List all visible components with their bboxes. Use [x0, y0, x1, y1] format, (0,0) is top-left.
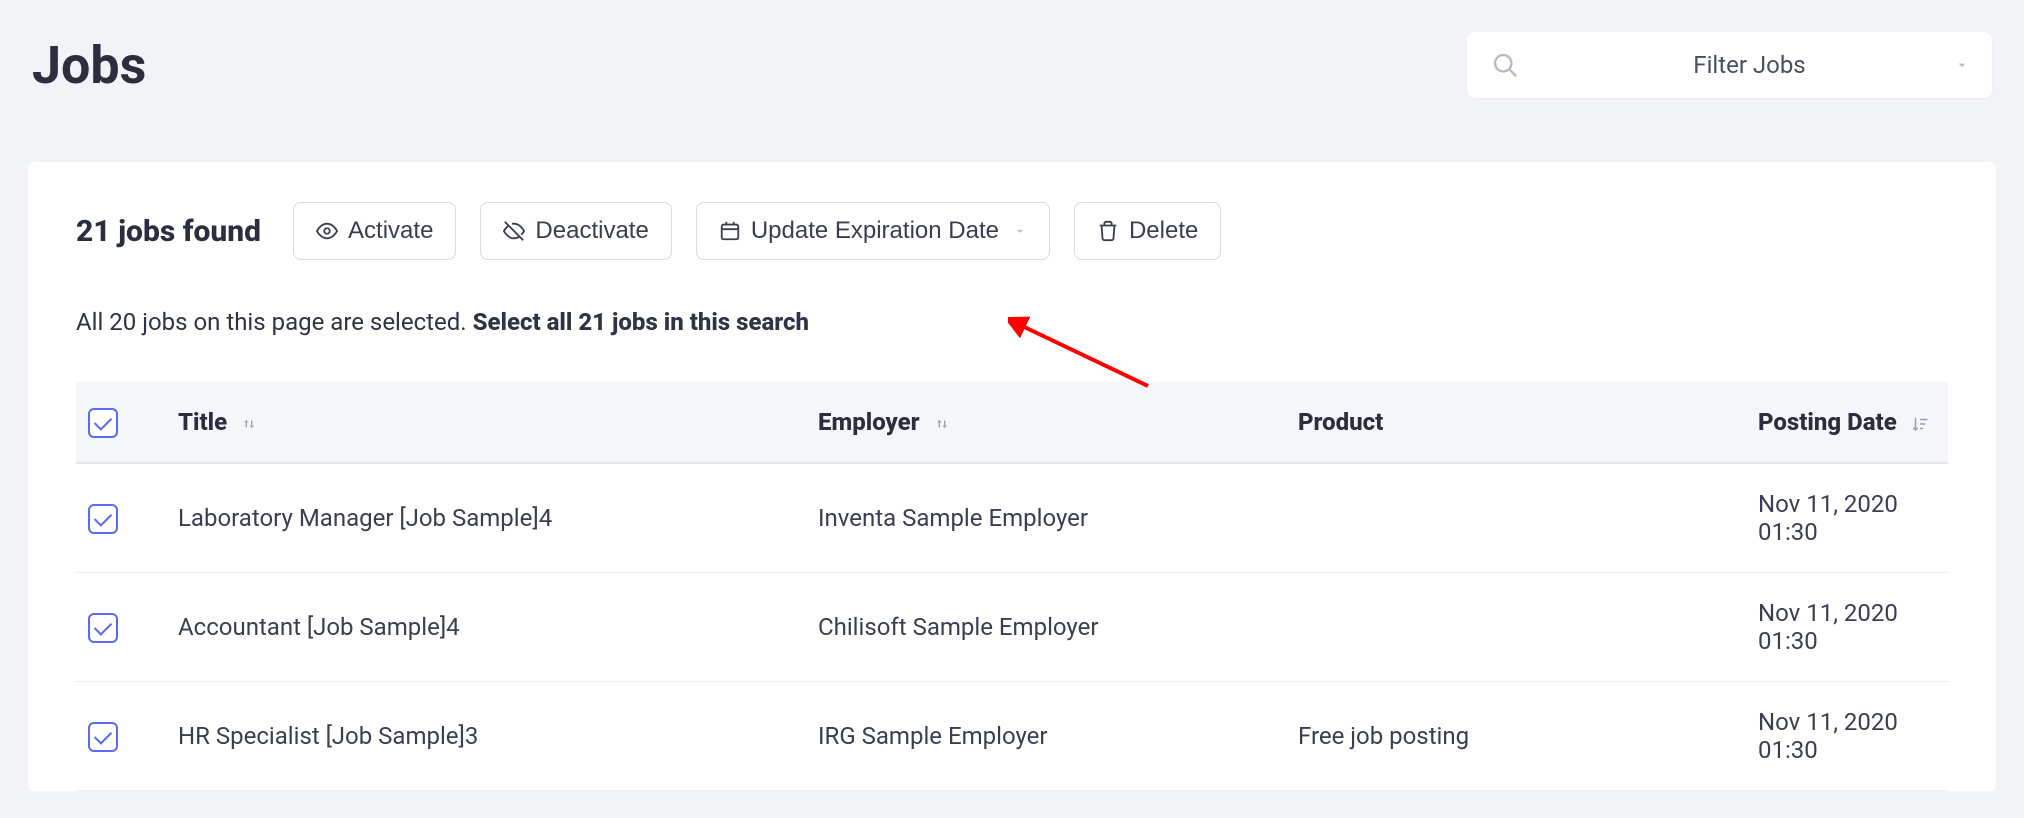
filter-jobs-label: Filter Jobs	[1693, 51, 1805, 79]
jobs-card: 21 jobs found Activate Deactivate Update…	[28, 162, 1996, 791]
chevron-down-icon	[1013, 217, 1027, 245]
search-button[interactable]	[1485, 51, 1525, 79]
selection-prefix: All 20 jobs on this page are selected.	[76, 308, 473, 336]
eye-icon	[316, 220, 338, 242]
row-checkbox-cell	[76, 682, 166, 791]
row-product	[1286, 463, 1746, 573]
header-posting-date-label: Posting Date	[1758, 408, 1897, 436]
delete-label: Delete	[1129, 217, 1198, 245]
sort-desc-icon	[1911, 415, 1929, 433]
jobs-table: Title Employer Product Posting Date	[76, 382, 1948, 791]
filter-jobs-dropdown[interactable]: Filter Jobs	[1525, 51, 1974, 79]
header-product-label: Product	[1298, 408, 1383, 436]
update-expiration-button[interactable]: Update Expiration Date	[696, 202, 1050, 260]
chevron-down-icon	[1954, 57, 1970, 73]
header-employer-label: Employer	[818, 408, 920, 436]
trash-icon	[1097, 220, 1119, 242]
row-posting-date: Nov 11, 2020 01:30	[1746, 682, 1948, 791]
row-product	[1286, 573, 1746, 682]
row-checkbox-cell	[76, 463, 166, 573]
row-checkbox-cell	[76, 573, 166, 682]
activate-button[interactable]: Activate	[293, 202, 456, 260]
calendar-icon	[719, 220, 741, 242]
header-title-label: Title	[178, 408, 227, 436]
row-checkbox[interactable]	[88, 722, 118, 752]
jobs-found-count: 21 jobs found	[76, 214, 261, 249]
select-all-checkbox[interactable]	[88, 408, 118, 438]
row-employer: IRG Sample Employer	[806, 682, 1286, 791]
deactivate-button[interactable]: Deactivate	[480, 202, 671, 260]
row-checkbox[interactable]	[88, 504, 118, 534]
page-title: Jobs	[32, 35, 146, 96]
selection-message: All 20 jobs on this page are selected. S…	[28, 260, 1996, 336]
search-icon	[1491, 51, 1519, 79]
table-row: Laboratory Manager [Job Sample]4Inventa …	[76, 463, 1948, 573]
deactivate-label: Deactivate	[535, 217, 648, 245]
row-checkbox[interactable]	[88, 613, 118, 643]
header-title[interactable]: Title	[166, 382, 806, 463]
sort-icon	[934, 416, 950, 432]
row-employer: Chilisoft Sample Employer	[806, 573, 1286, 682]
page-header: Jobs Filter Jobs	[0, 0, 2024, 122]
row-title[interactable]: Laboratory Manager [Job Sample]4	[166, 463, 806, 573]
eye-off-icon	[503, 220, 525, 242]
activate-label: Activate	[348, 217, 433, 245]
jobs-table-wrap: Title Employer Product Posting Date	[28, 382, 1996, 791]
header-checkbox-cell	[76, 382, 166, 463]
header-employer[interactable]: Employer	[806, 382, 1286, 463]
card-toolbar: 21 jobs found Activate Deactivate Update…	[28, 202, 1996, 260]
delete-button[interactable]: Delete	[1074, 202, 1221, 260]
row-product: Free job posting	[1286, 682, 1746, 791]
select-all-link[interactable]: Select all 21 jobs in this search	[473, 308, 809, 336]
sort-icon	[241, 416, 257, 432]
header-posting-date[interactable]: Posting Date	[1746, 382, 1948, 463]
table-row: HR Specialist [Job Sample]3IRG Sample Em…	[76, 682, 1948, 791]
row-title[interactable]: HR Specialist [Job Sample]3	[166, 682, 806, 791]
update-expiration-label: Update Expiration Date	[751, 217, 999, 245]
header-product[interactable]: Product	[1286, 382, 1746, 463]
row-posting-date: Nov 11, 2020 01:30	[1746, 463, 1948, 573]
header-controls: Filter Jobs	[1467, 32, 1992, 98]
row-posting-date: Nov 11, 2020 01:30	[1746, 573, 1948, 682]
row-employer: Inventa Sample Employer	[806, 463, 1286, 573]
row-title[interactable]: Accountant [Job Sample]4	[166, 573, 806, 682]
table-row: Accountant [Job Sample]4Chilisoft Sample…	[76, 573, 1948, 682]
table-header-row: Title Employer Product Posting Date	[76, 382, 1948, 463]
